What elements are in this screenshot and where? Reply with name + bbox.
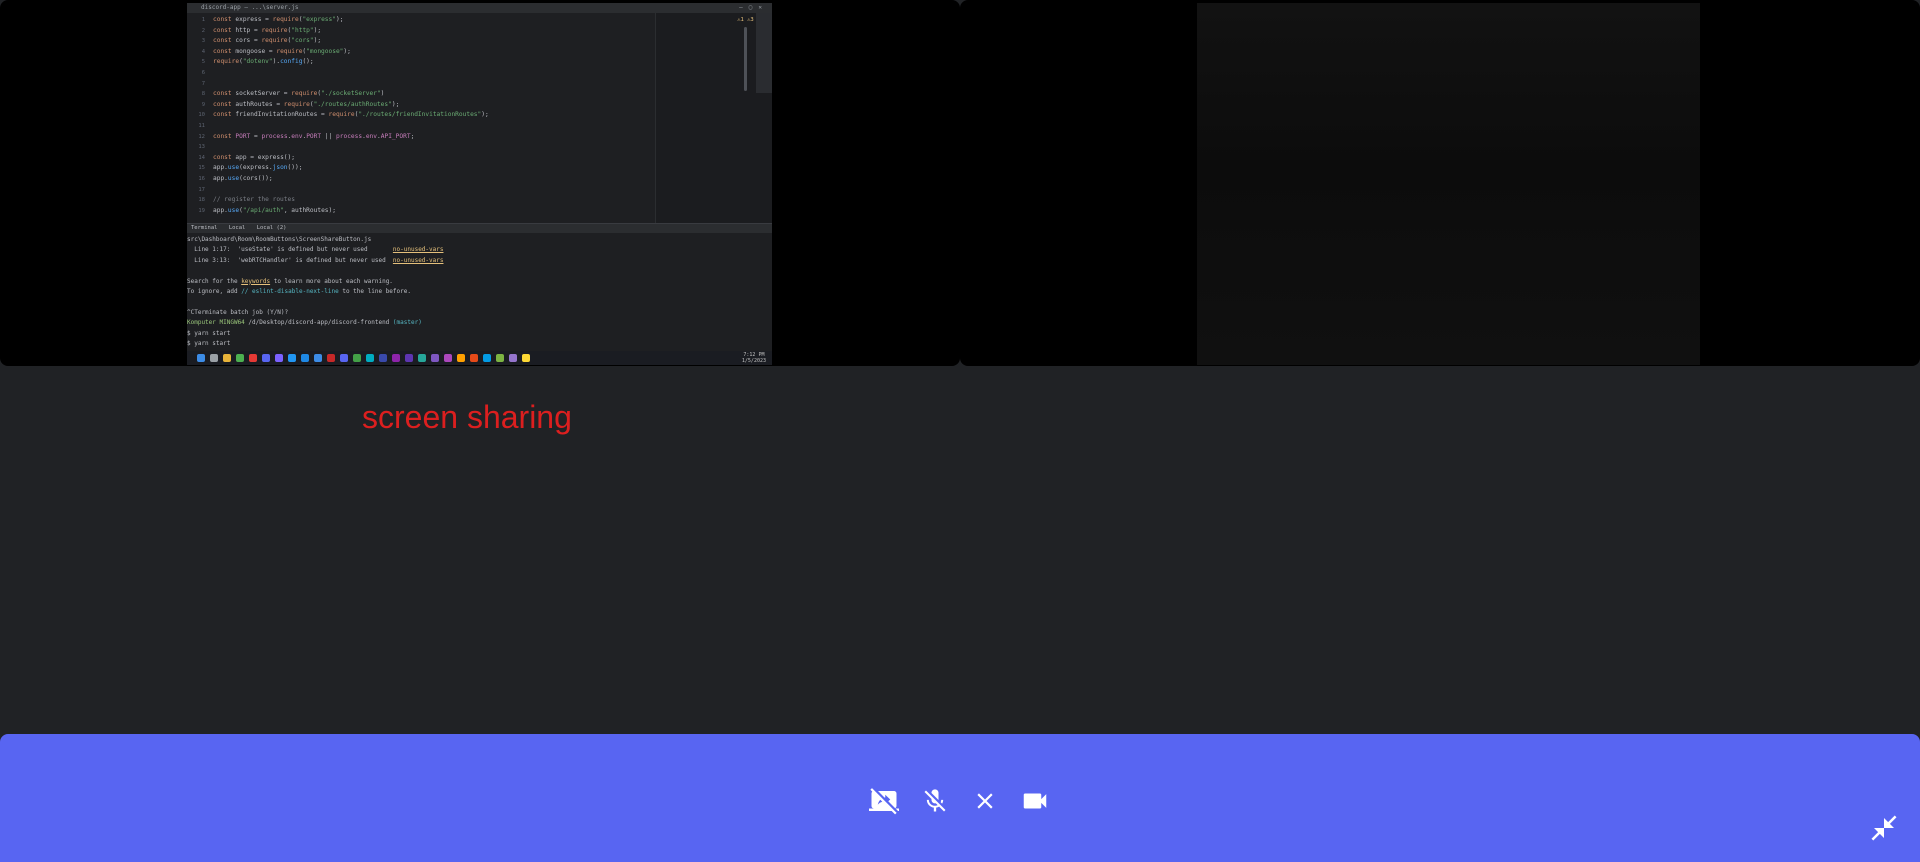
terminal-tab: Local (2) [256, 225, 287, 231]
camera-feed [1197, 3, 1700, 365]
terminal-line: Komputer MINGW64 /d/Desktop/discord-app/… [187, 319, 422, 327]
code-line: const mongoose = require("mongoose"); [213, 47, 351, 55]
taskbar-app-icon [314, 354, 322, 362]
taskbar-app-icon [197, 354, 205, 362]
line-number: 5 [201, 59, 205, 66]
clock-date: 1/5/2023 [741, 358, 766, 364]
taskbar-app-icon [483, 354, 491, 362]
taskbar-app-icon [444, 354, 452, 362]
line-number: 17 [198, 186, 205, 193]
code-line: const friendInvitationRoutes = require("… [213, 111, 489, 119]
code-line: const app = express(); [213, 153, 295, 161]
taskbar-app-icon [431, 354, 439, 362]
close-icon [977, 793, 993, 809]
code-line: require("dotenv").config(); [213, 58, 314, 66]
taskbar-app-icon [288, 354, 296, 362]
video-tile-camera [960, 0, 1920, 366]
taskbar-app-icon [509, 354, 517, 362]
terminal-tab: Local [228, 225, 246, 231]
code-line: app.use(cors()); [213, 175, 273, 182]
taskbar-app-icon [522, 354, 530, 362]
taskbar-app-icon [327, 354, 335, 362]
taskbar-app-icon [496, 354, 504, 362]
mic-off-icon [924, 789, 946, 812]
video-tile-screen-share: discord-app — ...\server.js –▢✕ 1 const e… [0, 0, 960, 366]
close-fullscreen-icon [1871, 815, 1897, 841]
terminal-line: Line 3:13: 'webRTCHandler' is defined bu… [187, 256, 444, 264]
line-number: 7 [201, 80, 205, 87]
taskbar-app-icon [392, 354, 400, 362]
code-line: const socketServer = require("./socketSe… [213, 90, 385, 98]
taskbar-app-icon [379, 354, 387, 362]
line-number: 10 [198, 112, 205, 119]
call-controls-bar [0, 734, 1920, 862]
taskbar-app-icon [353, 354, 361, 362]
ide-title-bar: discord-app — ...\server.js –▢✕ [187, 3, 772, 13]
taskbar-app-icon [366, 354, 374, 362]
line-number: 18 [198, 197, 205, 204]
editor-minimap [756, 13, 772, 93]
camera-toggle-button[interactable] [1017, 783, 1053, 819]
code-line: app.use(express.json()); [213, 164, 303, 172]
code-line: // register the routes [213, 196, 295, 204]
window-controls-icon: –▢✕ [739, 4, 768, 11]
line-number: 15 [198, 165, 205, 172]
leave-room-button[interactable] [967, 783, 1003, 819]
terminal-line: $ yarn start [187, 329, 231, 337]
line-number: 14 [198, 154, 205, 161]
taskbar-app-icon [262, 354, 270, 362]
code-line: const express = require("express"); [213, 16, 344, 23]
taskbar-app-icon [340, 354, 348, 362]
line-number: 2 [201, 27, 205, 34]
line-number: 3 [201, 38, 205, 45]
videocam-icon [1023, 793, 1047, 809]
taskbar-app-icon [418, 354, 426, 362]
terminal-line: ^CTerminate batch job (Y/N)? [187, 308, 289, 316]
screen-sharing-label: screen sharing [362, 399, 572, 435]
taskbar-clock: 7:12 PM 1/5/2023 [742, 352, 766, 364]
code-line: app.use("/api/auth", authRoutes); [213, 206, 336, 214]
minimize-room-button[interactable] [1866, 810, 1902, 846]
taskbar-app-icon [405, 354, 413, 362]
taskbar-app-icon [210, 354, 218, 362]
taskbar-app-icon [275, 354, 283, 362]
code-editor: 1 const express = require("express"); 2 con… [187, 13, 655, 223]
terminal-line: To ignore, add // eslint-disable-next-li… [187, 288, 411, 295]
code-line: const authRoutes = require("./routes/aut… [213, 100, 400, 108]
line-number: 11 [198, 123, 205, 129]
taskbar-app-icon [236, 354, 244, 362]
line-number: 9 [201, 101, 205, 108]
line-number: 6 [201, 70, 205, 76]
line-number: 13 [198, 144, 205, 151]
stop-screen-share-icon [869, 788, 899, 815]
line-number: 8 [201, 91, 205, 98]
code-line: const cors = require("cors"); [213, 37, 322, 45]
code-line: const PORT = process.env.PORT || process… [213, 132, 415, 140]
taskbar-app-icon [457, 354, 465, 362]
terminal-line: Search for the keywords to learn more ab… [187, 277, 393, 285]
ide-window-title: discord-app — ...\server.js [201, 4, 299, 11]
shared-screen-feed: discord-app — ...\server.js –▢✕ 1 const e… [187, 3, 772, 365]
microphone-toggle-button[interactable] [917, 783, 953, 819]
line-number: 19 [198, 207, 205, 214]
editor-scrollbar [744, 27, 747, 91]
terminal-tabs: Terminal Local Local (2) [187, 224, 772, 233]
os-taskbar: 7:12 PM 1/5/2023 [187, 351, 772, 365]
line-number: 12 [198, 133, 205, 140]
stop-screen-share-button[interactable] [866, 783, 902, 819]
editor-side-panel: ⚠1 ⚠3 ^ v [655, 13, 772, 223]
terminal-line: $ yarn start [187, 340, 231, 347]
terminal-line: Line 1:17: 'useState' is defined but nev… [187, 246, 444, 254]
terminal-tab: Terminal [191, 225, 218, 231]
taskbar-app-icon [249, 354, 257, 362]
line-number: 1 [201, 17, 205, 23]
line-number: 16 [198, 176, 205, 182]
taskbar-app-icon [301, 354, 309, 362]
code-line: const http = require("http"); [213, 26, 322, 34]
taskbar-app-icon [470, 354, 478, 362]
line-number: 4 [201, 48, 205, 55]
taskbar-app-icon [223, 354, 231, 362]
terminal-panel: Terminal Local Local (2) src\Dashboard\R… [187, 223, 772, 352]
terminal-line: src\Dashboard\Room\RoomButtons\ScreenSha… [187, 236, 372, 243]
